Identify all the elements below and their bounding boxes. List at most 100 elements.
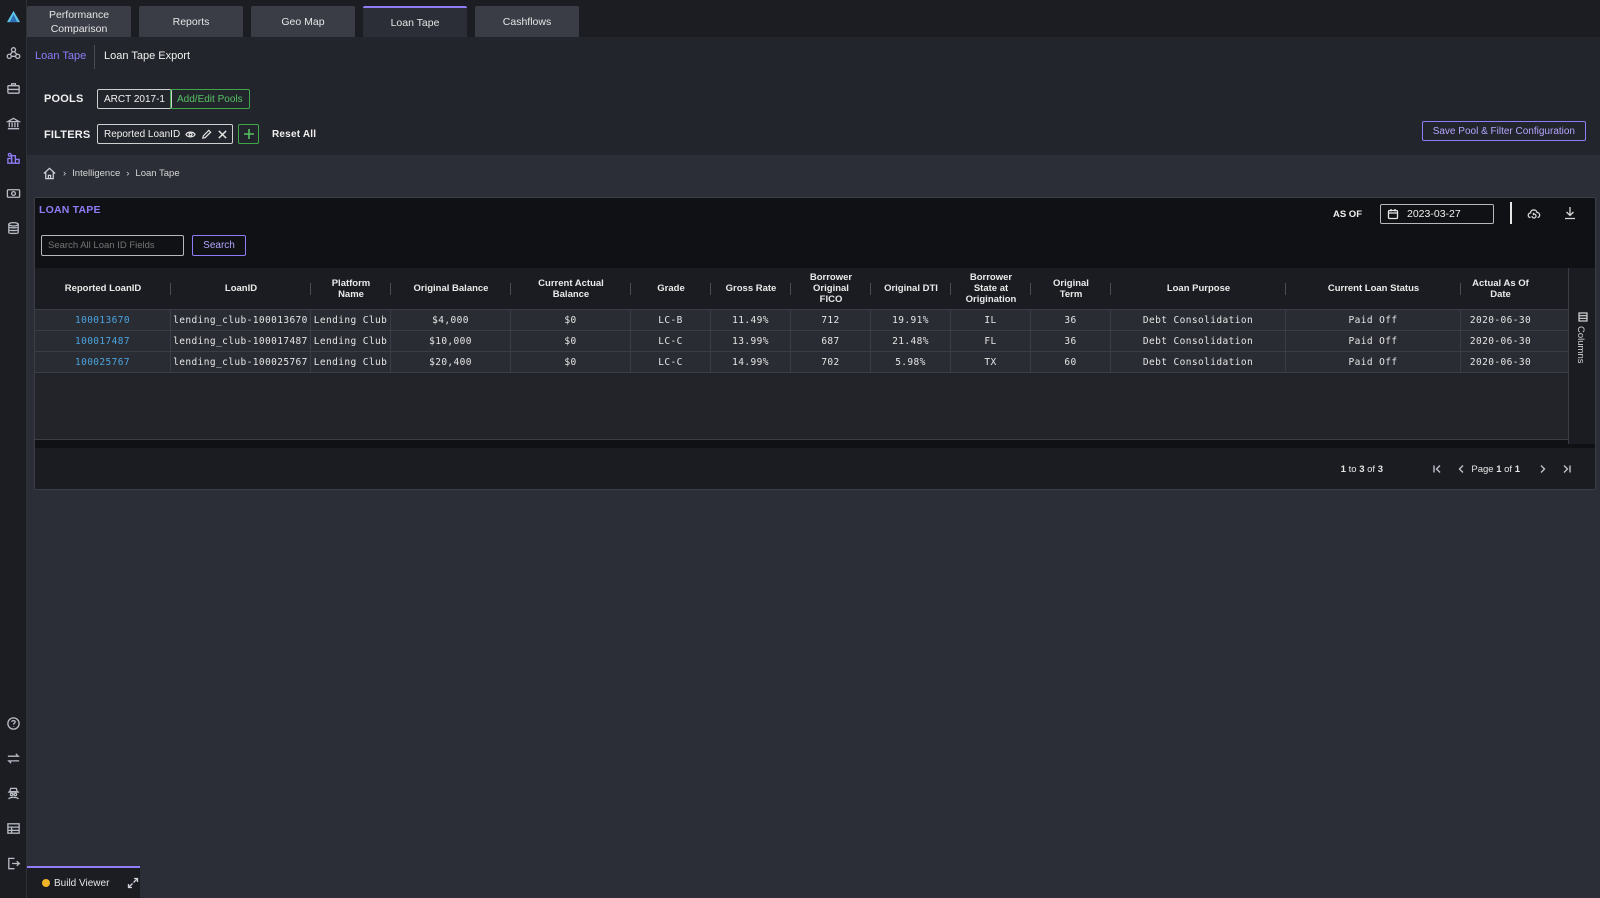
col-header-original-dti[interactable]: Original DTI (871, 268, 951, 309)
filter-chip[interactable]: Reported LoanID (97, 124, 234, 144)
cell-original-balance: $10,000 (391, 331, 511, 351)
cell-fico: 712 (791, 310, 871, 330)
download-icon[interactable] (1561, 204, 1579, 222)
columns-icon (1578, 312, 1588, 322)
columns-tool-panel-toggle[interactable]: Columns (1568, 268, 1595, 444)
eye-icon[interactable] (185, 129, 196, 140)
as-of-date-picker[interactable]: 2023-03-27 (1380, 204, 1494, 224)
left-sidebar (0, 0, 27, 898)
table-row[interactable]: 100013670 lending_club-100013670 Lending… (35, 310, 1570, 331)
breadcrumb-intelligence[interactable]: Intelligence (72, 168, 120, 179)
cell-grade: LC-B (631, 310, 711, 330)
save-configuration-button[interactable]: Save Pool & Filter Configuration (1421, 121, 1586, 141)
cell-loanid: lending_club-100017487 (171, 331, 311, 351)
last-page-button[interactable] (1559, 461, 1575, 477)
search-input[interactable] (41, 235, 184, 256)
table-row[interactable]: 100025767 lending_club-100025767 Lending… (35, 352, 1570, 373)
plus-icon (243, 129, 254, 139)
bank-icon[interactable] (3, 113, 23, 133)
top-tab-bar: Performance Comparison Reports Geo Map L… (27, 0, 1600, 37)
expand-icon[interactable] (127, 877, 139, 889)
cell-gross-rate: 13.99% (711, 331, 791, 351)
cell-current-actual-balance: $0 (511, 310, 631, 330)
add-edit-pools-button[interactable]: Add/Edit Pools (170, 89, 250, 109)
breadcrumb-chevron-icon: › (126, 168, 130, 179)
col-header-original-term[interactable]: Original Term (1031, 268, 1111, 309)
cell-reported-loanid[interactable]: 100025767 (35, 352, 171, 372)
database-icon[interactable] (3, 218, 23, 238)
cell-platform-name: Lending Club (311, 331, 391, 351)
last-page-icon (1563, 465, 1571, 473)
intelligence-icon[interactable] (3, 148, 23, 168)
cell-loanid: lending_club-100013670 (171, 310, 311, 330)
build-viewer-bar[interactable]: Build Viewer (27, 866, 140, 898)
search-button[interactable]: Search (192, 235, 246, 256)
cell-state: TX (951, 352, 1031, 372)
briefcase-icon[interactable] (3, 78, 23, 98)
cell-loan-status: Paid Off (1286, 352, 1461, 372)
col-header-platform-name[interactable]: Platform Name (311, 268, 391, 309)
next-page-button[interactable] (1535, 461, 1551, 477)
pencil-icon[interactable] (201, 129, 212, 140)
cell-original-term: 36 (1031, 310, 1111, 330)
as-of-date-value: 2023-03-27 (1407, 208, 1461, 220)
tab-loan-tape[interactable]: Loan Tape (363, 6, 467, 37)
cell-state: FL (951, 331, 1031, 351)
cell-loan-purpose: Debt Consolidation (1111, 310, 1286, 330)
grid-empty-area (35, 373, 1570, 440)
col-header-borrower-original-fico[interactable]: Borrower Original FICO (791, 268, 871, 309)
col-header-original-balance[interactable]: Original Balance (391, 268, 511, 309)
logout-icon[interactable] (3, 853, 23, 873)
help-icon[interactable] (3, 713, 23, 733)
subnav-loan-tape[interactable]: Loan Tape (35, 50, 86, 62)
cell-platform-name: Lending Club (311, 310, 391, 330)
filters-label: FILTERS (44, 129, 91, 141)
pools-label: POOLS (44, 93, 84, 105)
user-secret-icon[interactable] (3, 783, 23, 803)
breadcrumb-chevron-icon: › (63, 168, 67, 179)
refresh-cloud-icon[interactable] (1525, 204, 1543, 222)
cell-grade: LC-C (631, 352, 711, 372)
cell-reported-loanid[interactable]: 100013670 (35, 310, 171, 330)
tab-reports[interactable]: Reports (139, 6, 243, 37)
col-header-current-loan-status[interactable]: Current Loan Status (1286, 268, 1461, 309)
col-header-gross-rate[interactable]: Gross Rate (711, 268, 791, 309)
col-header-loan-purpose[interactable]: Loan Purpose (1111, 268, 1286, 309)
network-icon[interactable] (3, 43, 23, 63)
cell-loanid: lending_club-100025767 (171, 352, 311, 372)
cell-original-term: 36 (1031, 331, 1111, 351)
logo-icon[interactable] (3, 6, 23, 26)
subnav-divider (94, 45, 95, 69)
first-page-icon (1433, 465, 1441, 473)
chevron-left-icon (1458, 465, 1464, 473)
col-header-reported-loanid[interactable]: Reported LoanID (35, 268, 171, 309)
cell-as-of-date: 2020-06-30 (1469, 335, 1532, 347)
previous-page-button[interactable] (1453, 461, 1469, 477)
subnav-loan-tape-export[interactable]: Loan Tape Export (104, 50, 190, 62)
money-icon[interactable] (3, 183, 23, 203)
tab-cashflows[interactable]: Cashflows (475, 6, 579, 37)
pool-chip[interactable]: ARCT 2017-1 (97, 89, 172, 109)
chevron-right-icon (1540, 465, 1546, 473)
tab-performance-comparison[interactable]: Performance Comparison (27, 6, 131, 37)
cell-original-dti: 5.98% (871, 352, 951, 372)
table-row[interactable]: 100017487 lending_club-100017487 Lending… (35, 331, 1570, 352)
tab-geo-map[interactable]: Geo Map (251, 6, 355, 37)
col-header-grade[interactable]: Grade (631, 268, 711, 309)
col-header-borrower-state[interactable]: Borrower State at Origination (951, 268, 1031, 309)
cell-platform-name: Lending Club (311, 352, 391, 372)
cell-as-of-date: 2020-06-30 (1469, 314, 1532, 326)
first-page-button[interactable] (1429, 461, 1445, 477)
cell-current-actual-balance: $0 (511, 331, 631, 351)
col-header-current-actual-balance[interactable]: Current Actual Balance (511, 268, 631, 309)
close-icon[interactable] (217, 129, 228, 140)
cell-reported-loanid[interactable]: 100017487 (35, 331, 171, 351)
cell-loan-status: Paid Off (1286, 331, 1461, 351)
transfer-icon[interactable] (3, 748, 23, 768)
table-icon[interactable] (3, 818, 23, 838)
reset-all-button[interactable]: Reset All (272, 129, 316, 140)
add-filter-button[interactable] (238, 124, 259, 144)
col-header-actual-as-of-date[interactable]: Actual As Of Date (1461, 268, 1540, 309)
col-header-loanid[interactable]: LoanID (171, 268, 311, 309)
home-icon[interactable] (42, 166, 57, 181)
